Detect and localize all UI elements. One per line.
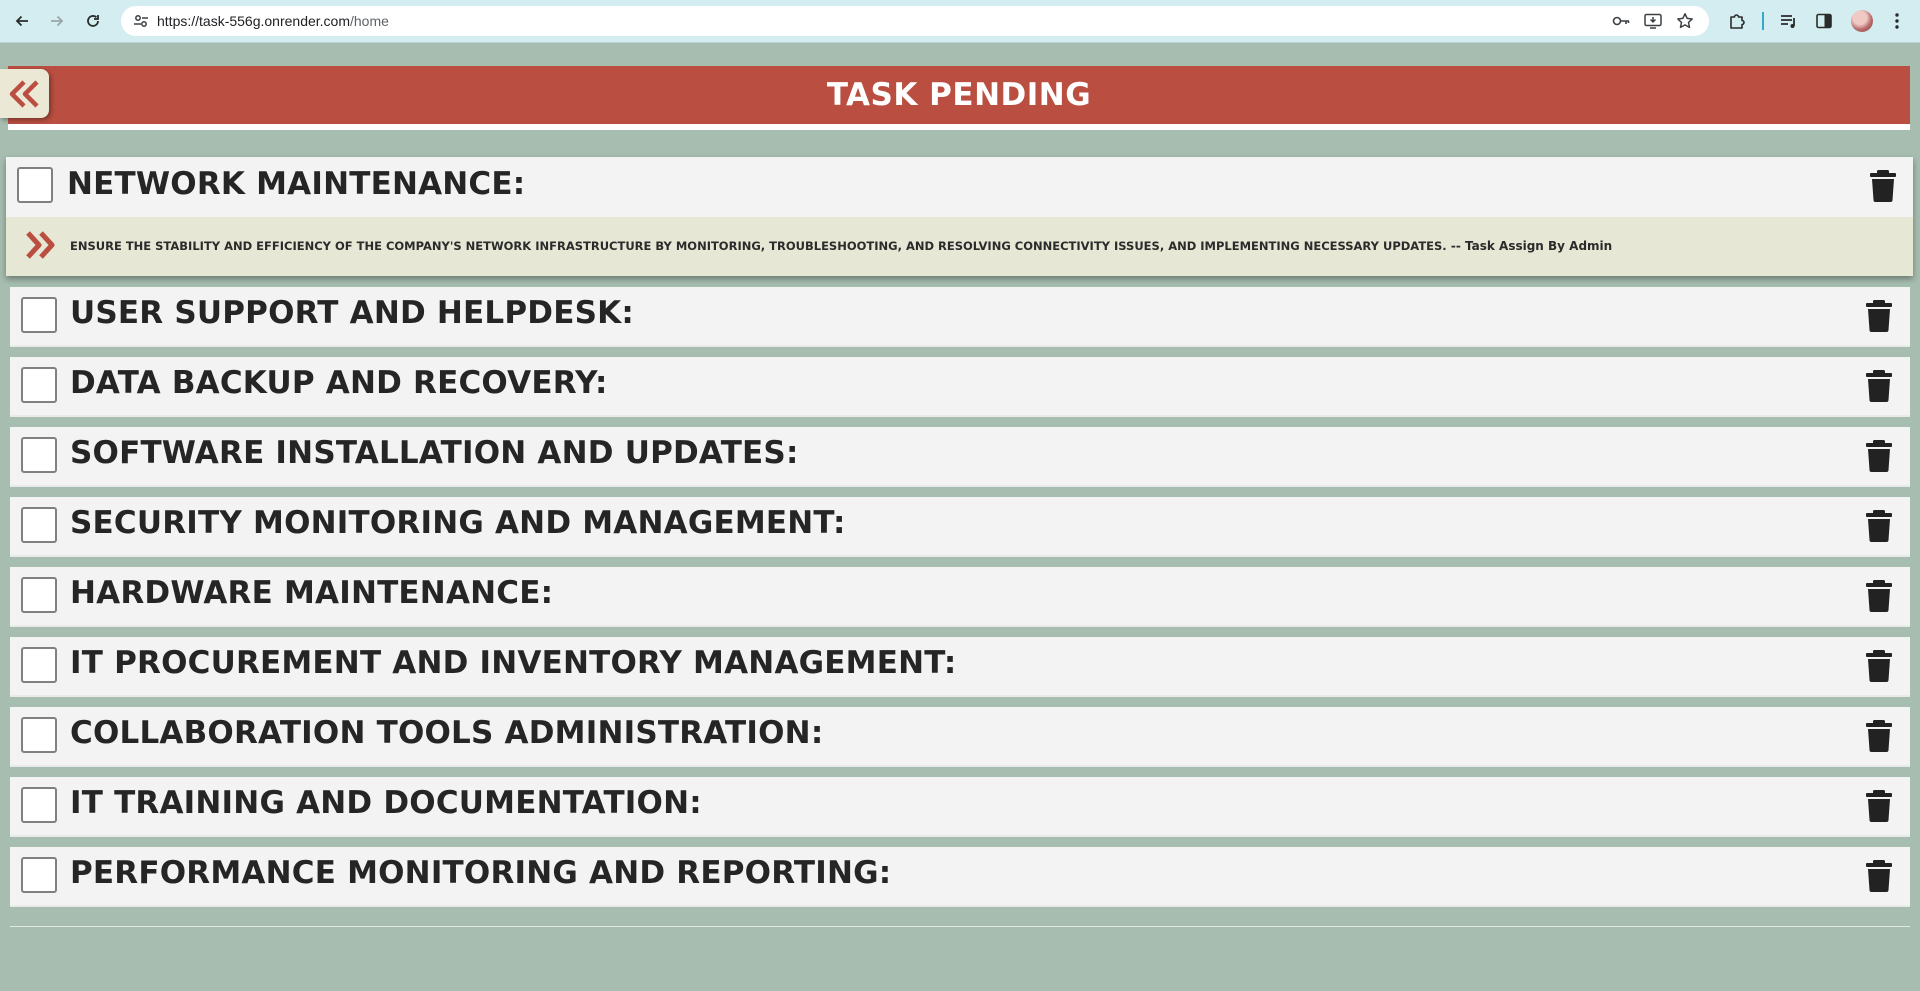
trash-icon[interactable] — [1866, 860, 1892, 892]
browser-toolbar: https://task-556g.onrender.com/home — [0, 0, 1920, 43]
task-title: PERFORMANCE MONITORING AND REPORTING: — [70, 855, 892, 891]
double-chevron-right-icon — [26, 231, 55, 259]
trash-icon[interactable] — [1866, 790, 1892, 822]
url-host: https://task-556g.onrender.com — [157, 13, 350, 29]
task-description: ENSURE THE STABILITY AND EFFICIENCY OF T… — [70, 239, 1612, 253]
key-icon[interactable] — [1611, 12, 1631, 30]
trash-icon[interactable] — [1870, 170, 1896, 202]
task-row[interactable]: HARDWARE MAINTENANCE: — [10, 567, 1910, 627]
task-title: SECURITY MONITORING AND MANAGEMENT: — [70, 505, 846, 541]
trash-icon[interactable] — [1866, 510, 1892, 542]
back-button[interactable] — [0, 69, 49, 118]
star-icon[interactable] — [1675, 12, 1695, 30]
task-checkbox[interactable] — [21, 647, 57, 683]
page-title: TASK PENDING — [826, 77, 1092, 113]
task-title: USER SUPPORT AND HELPDESK: — [70, 295, 634, 331]
task-row[interactable]: SOFTWARE INSTALLATION AND UPDATES: — [10, 427, 1910, 487]
url-text: https://task-556g.onrender.com/home — [157, 13, 389, 29]
side-panel-icon[interactable] — [1813, 10, 1835, 32]
address-bar[interactable]: https://task-556g.onrender.com/home — [121, 6, 1709, 36]
list-divider — [10, 926, 1910, 927]
task-detail-text: ENSURE THE STABILITY AND EFFICIENCY OF T… — [70, 239, 1447, 253]
task-row[interactable]: IT TRAINING AND DOCUMENTATION: — [10, 777, 1910, 837]
reload-icon[interactable] — [80, 9, 106, 33]
task-row[interactable]: USER SUPPORT AND HELPDESK: — [10, 287, 1910, 347]
kebab-menu-icon[interactable] — [1886, 10, 1908, 32]
task-title: IT PROCUREMENT AND INVENTORY MANAGEMENT: — [70, 645, 957, 681]
trash-icon[interactable] — [1866, 580, 1892, 612]
task-checkbox[interactable] — [21, 437, 57, 473]
task-row[interactable]: COLLABORATION TOOLS ADMINISTRATION: — [10, 707, 1910, 767]
media-queue-icon[interactable] — [1778, 10, 1800, 32]
task-card-expanded[interactable]: NETWORK MAINTENANCE: ENSURE THE STABILIT… — [6, 157, 1913, 276]
task-checkbox[interactable] — [21, 367, 57, 403]
task-checkbox[interactable] — [21, 297, 57, 333]
task-row[interactable]: SECURITY MONITORING AND MANAGEMENT: — [10, 497, 1910, 557]
trash-icon[interactable] — [1866, 650, 1892, 682]
install-app-icon[interactable] — [1643, 12, 1663, 30]
task-title: SOFTWARE INSTALLATION AND UPDATES: — [70, 435, 799, 471]
task-title: DATA BACKUP AND RECOVERY: — [70, 365, 608, 401]
trash-icon[interactable] — [1866, 300, 1892, 332]
task-checkbox[interactable] — [21, 507, 57, 543]
task-checkbox[interactable] — [17, 167, 53, 203]
arrow-left-icon[interactable] — [9, 9, 35, 33]
url-path: /home — [350, 13, 389, 29]
task-row[interactable]: DATA BACKUP AND RECOVERY: — [10, 357, 1910, 417]
task-title: IT TRAINING AND DOCUMENTATION: — [70, 785, 702, 821]
task-title: HARDWARE MAINTENANCE: — [70, 575, 554, 611]
task-row[interactable]: IT PROCUREMENT AND INVENTORY MANAGEMENT: — [10, 637, 1910, 697]
task-checkbox[interactable] — [21, 717, 57, 753]
arrow-right-icon[interactable] — [44, 9, 70, 33]
task-title: COLLABORATION TOOLS ADMINISTRATION: — [70, 715, 824, 751]
trash-icon[interactable] — [1866, 370, 1892, 402]
task-checkbox[interactable] — [21, 787, 57, 823]
task-checkbox[interactable] — [21, 857, 57, 893]
trash-icon[interactable] — [1866, 440, 1892, 472]
double-chevron-left-icon — [9, 79, 39, 108]
profile-avatar[interactable] — [1851, 10, 1873, 32]
toolbar-divider — [1762, 12, 1764, 30]
task-row[interactable]: PERFORMANCE MONITORING AND REPORTING: — [10, 847, 1910, 907]
trash-icon[interactable] — [1866, 720, 1892, 752]
puzzle-icon[interactable] — [1726, 10, 1748, 32]
task-assigned-by: -- Task Assign By Admin — [1446, 239, 1613, 253]
tune-icon[interactable] — [132, 12, 150, 30]
task-checkbox[interactable] — [21, 577, 57, 613]
task-title: NETWORK MAINTENANCE: — [67, 166, 526, 202]
page-header: TASK PENDING — [8, 66, 1910, 130]
